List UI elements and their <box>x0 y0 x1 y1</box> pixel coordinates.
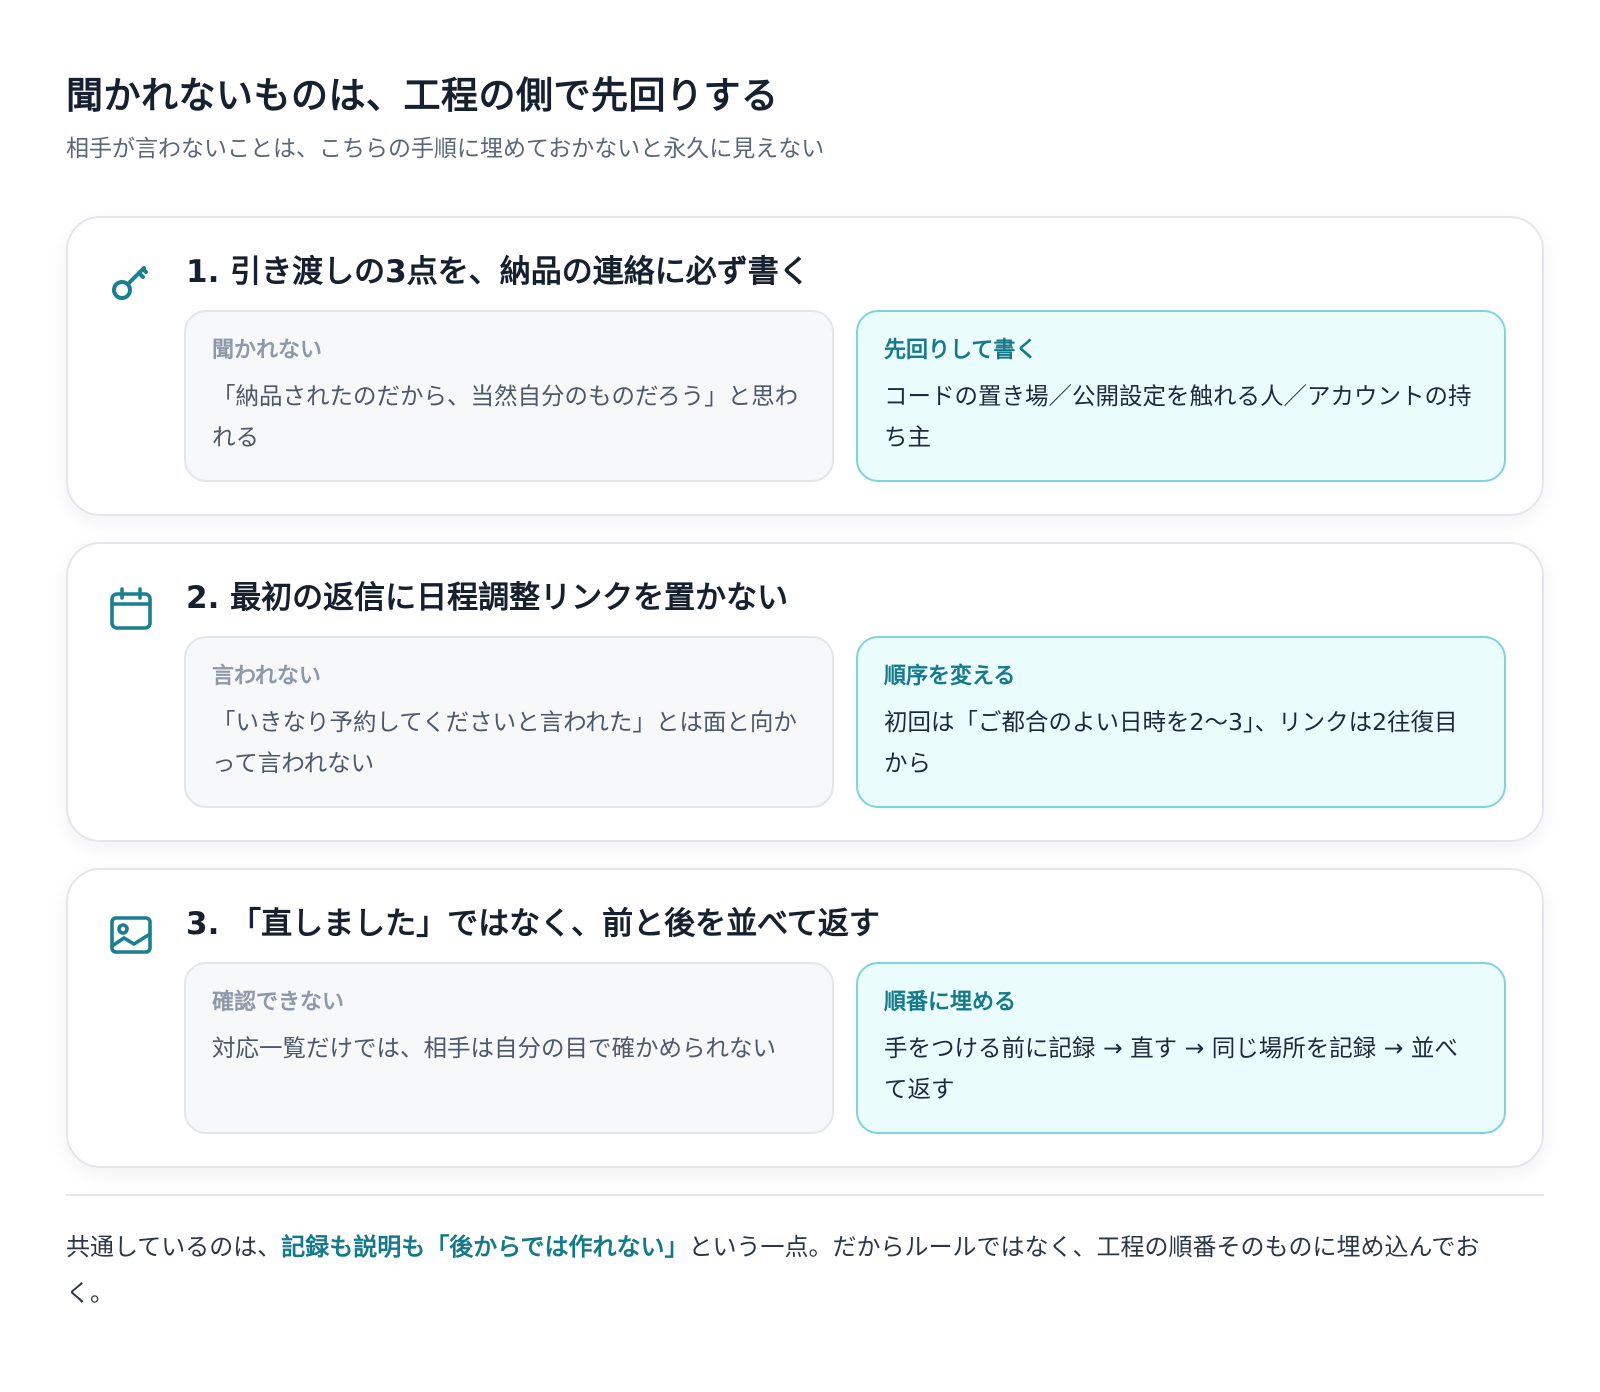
before-panel: 確認できない 対応一覧だけでは、相手は自分の目で確かめられない <box>184 962 834 1134</box>
summary-prefix: 共通しているのは、 <box>66 1233 282 1261</box>
before-label: 聞かれない <box>212 338 323 363</box>
after-label: 順番に埋める <box>884 990 1017 1015</box>
after-label: 先回りして書く <box>884 338 1038 363</box>
page-title: 聞かれないものは、工程の側で先回りする <box>66 74 779 117</box>
after-text: 手をつける前に記録 → 直す → 同じ場所を記録 → 並べて返す <box>884 1034 1458 1103</box>
card-scheduling: 2. 最初の返信に日程調整リンクを置かない 言われない 「いきなり予約してくださ… <box>66 542 1544 842</box>
after-panel: 順序を変える 初回は「ご都合のよい日時を2〜3」、リンクは2往復目から <box>856 636 1506 808</box>
divider <box>66 1194 1544 1196</box>
after-label: 順序を変える <box>884 664 1016 689</box>
before-text: 「納品されたのだから、当然自分のものだろう」と思われる <box>212 382 799 451</box>
card-title: 2. 最初の返信に日程調整リンクを置かない <box>186 580 789 616</box>
summary-highlight: 記録も説明も「後からでは作れない」 <box>281 1233 689 1261</box>
card-handover: 1. 引き渡しの3点を、納品の連絡に必ず書く 聞かれない 「納品されたのだから、… <box>66 216 1544 516</box>
after-text: コードの置き場／公開設定を触れる人／アカウントの持ち主 <box>884 382 1472 451</box>
page: 聞かれないものは、工程の側で先回りする 相手が言わないことは、こちらの手順に埋め… <box>66 70 1544 1316</box>
before-text: 対応一覧だけでは、相手は自分の目で確かめられない <box>212 1034 776 1062</box>
card-title: 1. 引き渡しの3点を、納品の連絡に必ず書く <box>186 254 810 290</box>
before-panel: 言われない 「いきなり予約してくださいと言われた」とは面と向かって言われない <box>184 636 834 808</box>
after-panel: 順番に埋める 手をつける前に記録 → 直す → 同じ場所を記録 → 並べて返す <box>856 962 1506 1134</box>
key-icon <box>108 260 154 306</box>
before-text: 「いきなり予約してくださいと言われた」とは面と向かって言われない <box>212 708 797 777</box>
calendar-icon <box>108 586 154 632</box>
before-panel: 聞かれない 「納品されたのだから、当然自分のものだろう」と思われる <box>184 310 834 482</box>
image-icon <box>108 912 154 958</box>
before-label: 確認できない <box>212 990 345 1015</box>
after-panel: 先回りして書く コードの置き場／公開設定を触れる人／アカウントの持ち主 <box>856 310 1506 482</box>
card-before-after: 3. 「直しました」ではなく、前と後を並べて返す 確認できない 対応一覧だけでは… <box>66 868 1544 1168</box>
after-text: 初回は「ご都合のよい日時を2〜3」、リンクは2往復目から <box>884 708 1458 777</box>
page-subtitle: 相手が言わないことは、こちらの手順に埋めておかないと永久に見えない <box>66 136 825 162</box>
summary-text: 共通しているのは、記録も説明も「後からでは作れない」という一点。だからルールでは… <box>66 1224 1516 1316</box>
before-label: 言われない <box>212 664 321 689</box>
card-title: 3. 「直しました」ではなく、前と後を並べて返す <box>186 906 880 942</box>
card-list: 1. 引き渡しの3点を、納品の連絡に必ず書く 聞かれない 「納品されたのだから、… <box>66 216 1544 1168</box>
